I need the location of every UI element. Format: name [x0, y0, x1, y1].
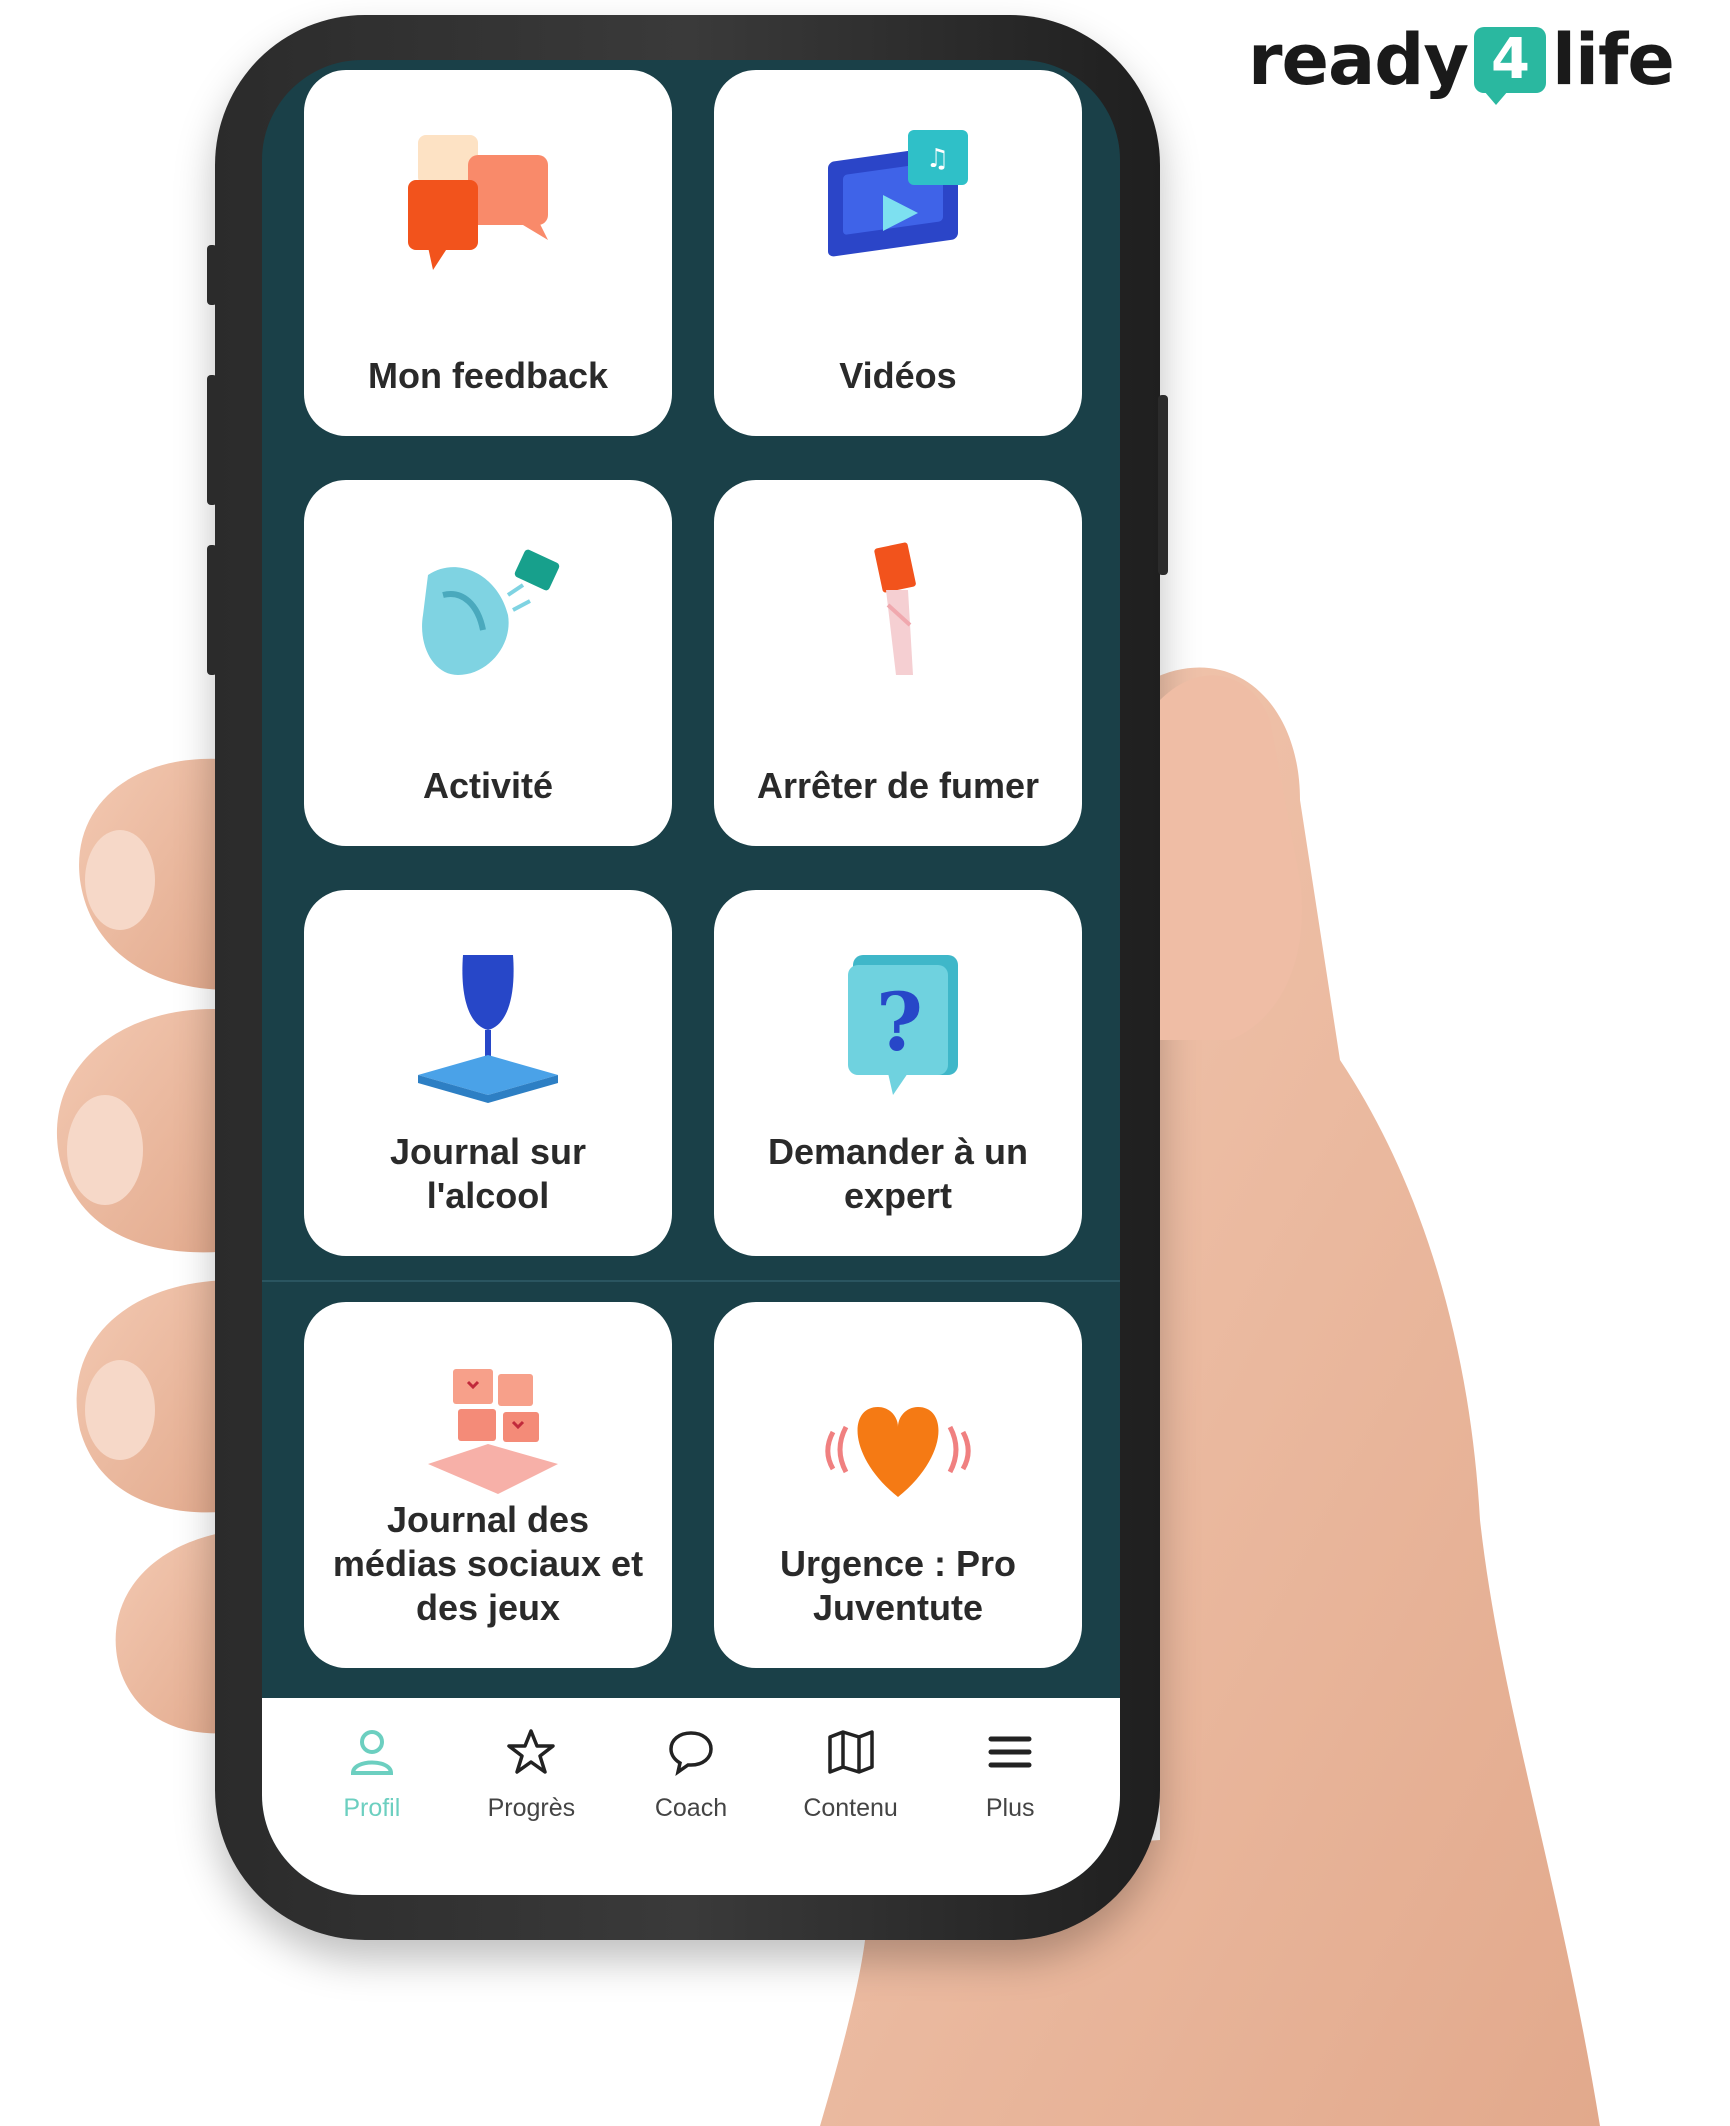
tile-label: Journal sur l'alcool	[389, 1131, 587, 1216]
chat-icon	[663, 1724, 719, 1780]
cigarette-icon	[714, 510, 1082, 720]
user-icon	[344, 1724, 400, 1780]
svg-text:♫: ♫	[926, 144, 949, 174]
tile-journal-medias[interactable]: Journal des médias sociaux et des jeux	[304, 1302, 672, 1668]
tile-urgence[interactable]: Urgence : Pro Juventute	[714, 1302, 1082, 1668]
svg-text:?: ?	[876, 975, 923, 1069]
bottom-nav: Profil Progrès Coach Contenu Plus	[262, 1698, 1120, 1895]
video-icon: ♫	[714, 100, 1082, 310]
nav-label: Progrès	[487, 1794, 576, 1822]
tile-label: Mon feedback	[367, 355, 609, 396]
nav-item-coach[interactable]: Coach	[616, 1698, 766, 1895]
menu-icon	[982, 1724, 1038, 1780]
brand-number: 4	[1473, 27, 1546, 105]
star-icon	[503, 1724, 559, 1780]
nav-item-plus[interactable]: Plus	[935, 1698, 1085, 1895]
brand-prefix: ready	[1248, 19, 1469, 101]
chat-bubbles-icon	[304, 100, 672, 310]
nav-label: Coach	[654, 1794, 728, 1822]
nav-label: Plus	[985, 1794, 1035, 1822]
nav-item-progres[interactable]: Progrès	[456, 1698, 606, 1895]
tile-journal-alcool[interactable]: Journal sur l'alcool	[304, 890, 672, 1256]
grid-divider	[262, 1280, 1120, 1282]
brand-logo: ready 4 life	[1248, 18, 1675, 105]
tile-label: Activité	[422, 765, 554, 806]
social-media-icon	[304, 1324, 672, 1534]
tile-label: Vidéos	[839, 355, 957, 396]
tile-demander-expert[interactable]: ? Demander à un expert	[714, 890, 1082, 1256]
tile-mon-feedback[interactable]: Mon feedback	[304, 70, 672, 436]
heart-icon	[714, 1332, 1082, 1542]
tile-label: Arrêter de fumer	[756, 765, 1040, 806]
question-bubble-icon: ?	[714, 920, 1082, 1130]
tile-label: Demander à un expert	[767, 1131, 1029, 1216]
tile-activite[interactable]: Activité	[304, 480, 672, 846]
app-screen: Mon feedback ♫ Vidéos Activité Arrêter d…	[262, 60, 1120, 1895]
tile-arreter-de-fumer[interactable]: Arrêter de fumer	[714, 480, 1082, 846]
brand-suffix: life	[1551, 19, 1675, 101]
nav-item-profil[interactable]: Profil	[297, 1698, 447, 1895]
nav-label: Contenu	[803, 1794, 898, 1822]
map-icon	[823, 1724, 879, 1780]
sneaker-icon	[304, 510, 672, 720]
tile-label: Urgence : Pro Juventute	[779, 1543, 1017, 1628]
nav-label: Profil	[343, 1794, 401, 1822]
nav-item-contenu[interactable]: Contenu	[776, 1698, 926, 1895]
wine-glass-book-icon	[304, 920, 672, 1130]
tile-videos[interactable]: ♫ Vidéos	[714, 70, 1082, 436]
